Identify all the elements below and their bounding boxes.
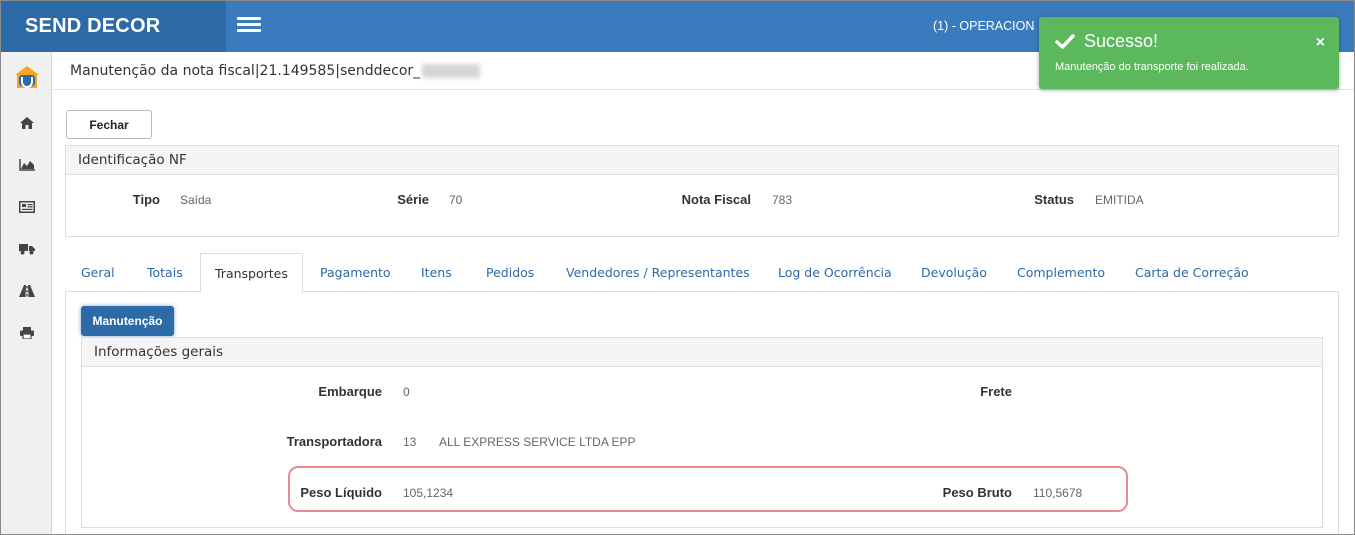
- close-icon[interactable]: ×: [1316, 34, 1325, 52]
- serie-value: 70: [449, 193, 463, 207]
- tipo-value: Saída: [180, 193, 212, 207]
- tab-complemento[interactable]: Complemento: [1015, 253, 1107, 292]
- print-icon[interactable]: [1, 323, 52, 343]
- tab-pagamento[interactable]: Pagamento: [318, 253, 393, 292]
- highlight-annotation: [288, 466, 1128, 512]
- tipo-label: Tipo: [132, 192, 160, 207]
- panel-title: Identificação NF: [66, 146, 1338, 175]
- sidebar: [1, 52, 52, 534]
- newspaper-icon[interactable]: [1, 197, 52, 217]
- fechar-button[interactable]: Fechar: [66, 110, 152, 139]
- page-title-text: Manutenção da nota fiscal|21.149585|send…: [70, 63, 421, 79]
- tab-itens[interactable]: Itens: [419, 253, 454, 292]
- tab-vendedores[interactable]: Vendedores / Representantes: [564, 253, 752, 292]
- toast-message: Manutenção do transporte foi realizada.: [1055, 61, 1249, 73]
- menu-toggle-icon[interactable]: [237, 16, 261, 34]
- road-icon[interactable]: [1, 281, 52, 301]
- toast-title: Sucesso!: [1084, 31, 1159, 51]
- tab-bar: Geral Totais Transportes Pagamento Itens…: [65, 253, 1339, 293]
- embarque-value: 0: [403, 385, 410, 399]
- brand-logo[interactable]: SEND DECOR: [1, 1, 226, 52]
- embarque-label: Embarque: [318, 384, 382, 399]
- nota-fiscal-label: Nota Fiscal: [681, 192, 751, 207]
- check-icon: [1055, 34, 1075, 49]
- success-toast: Sucesso! Manutenção do transporte foi re…: [1039, 17, 1339, 89]
- home-icon[interactable]: [1, 113, 52, 133]
- panel-title: Informações gerais: [82, 338, 1322, 367]
- transportadora-name: ALL EXPRESS SERVICE LTDA EPP: [439, 435, 636, 449]
- identificacao-panel: Identificação NF Tipo Saída Série 70 Not…: [65, 145, 1339, 237]
- divider: [53, 89, 1354, 90]
- user-menu[interactable]: (1) - OPERACION: [933, 19, 1034, 33]
- tab-carta-correcao[interactable]: Carta de Correção: [1133, 253, 1251, 292]
- status-value: EMITIDA: [1095, 193, 1144, 207]
- tab-log-ocorrencia[interactable]: Log de Ocorrência: [776, 253, 894, 292]
- transportadora-code: 13: [403, 435, 417, 449]
- status-label: Status: [1034, 192, 1074, 207]
- blurred-redaction: [422, 64, 481, 78]
- transportadora-label: Transportadora: [286, 434, 382, 449]
- truck-icon[interactable]: [1, 239, 52, 259]
- area-chart-icon[interactable]: [1, 155, 52, 175]
- tab-totais[interactable]: Totais: [145, 253, 185, 292]
- app-window: SEND DECOR (1) - OPERACION Manutenção da…: [0, 0, 1355, 535]
- frete-label: Frete: [980, 384, 1012, 399]
- manutencao-button[interactable]: Manutenção: [81, 306, 174, 336]
- tab-transportes[interactable]: Transportes: [200, 253, 303, 293]
- page-title: Manutenção da nota fiscal|21.149585|send…: [70, 63, 481, 79]
- tab-geral[interactable]: Geral: [79, 253, 117, 292]
- logo-icon[interactable]: [1, 64, 52, 90]
- tab-pedidos[interactable]: Pedidos: [484, 253, 536, 292]
- nota-fiscal-value: 783: [772, 193, 793, 207]
- tab-devolucao[interactable]: Devolução: [919, 253, 989, 292]
- serie-label: Série: [397, 192, 429, 207]
